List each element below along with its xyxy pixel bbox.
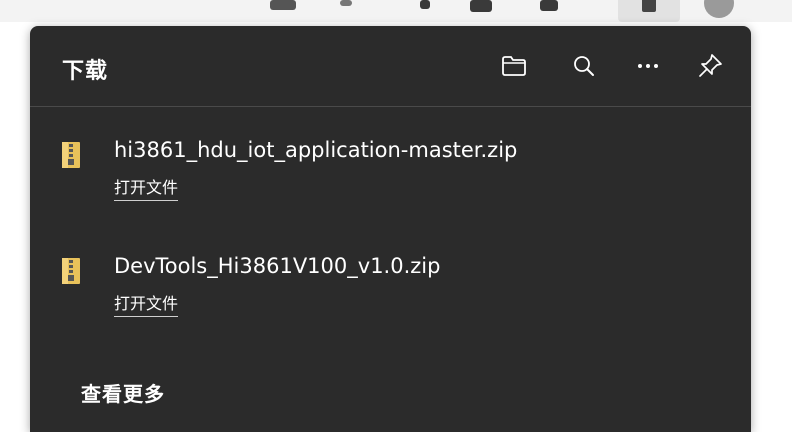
download-item[interactable]: hi3861_hdu_iot_application-master.zip 打开… — [30, 130, 751, 210]
browser-toolbar — [0, 0, 792, 22]
pin-icon — [699, 54, 722, 77]
download-item[interactable]: DevTools_Hi3861V100_v1.0.zip 打开文件 — [30, 246, 751, 326]
toolbar-glyph — [340, 0, 352, 6]
toolbar-glyph — [270, 0, 296, 10]
zip-file-icon — [62, 258, 80, 284]
see-more-link[interactable]: 查看更多 — [81, 378, 165, 407]
search-icon — [574, 56, 594, 76]
open-file-link[interactable]: 打开文件 — [114, 174, 179, 201]
panel-title: 下载 — [62, 59, 109, 84]
open-file-link[interactable]: 打开文件 — [114, 290, 179, 317]
search-button[interactable] — [568, 50, 600, 82]
toolbar-glyph — [540, 0, 558, 11]
toolbar-glyph — [470, 0, 492, 12]
folder-icon — [502, 56, 526, 76]
toolbar-glyph — [420, 0, 430, 9]
more-icon — [638, 64, 658, 68]
more-options-button[interactable] — [632, 50, 664, 82]
downloads-panel: 下载 hi3861_hdu_iot_application-master.zip… — [30, 26, 751, 432]
panel-header: 下载 — [30, 26, 751, 107]
download-icon — [642, 0, 656, 12]
avatar[interactable] — [704, 0, 734, 18]
zip-file-icon — [62, 142, 80, 168]
pin-button[interactable] — [694, 50, 726, 82]
file-name[interactable]: hi3861_hdu_iot_application-master.zip — [114, 138, 517, 162]
downloads-toolbar-button[interactable] — [618, 0, 680, 22]
open-folder-button[interactable] — [498, 50, 530, 82]
file-name[interactable]: DevTools_Hi3861V100_v1.0.zip — [114, 254, 440, 278]
